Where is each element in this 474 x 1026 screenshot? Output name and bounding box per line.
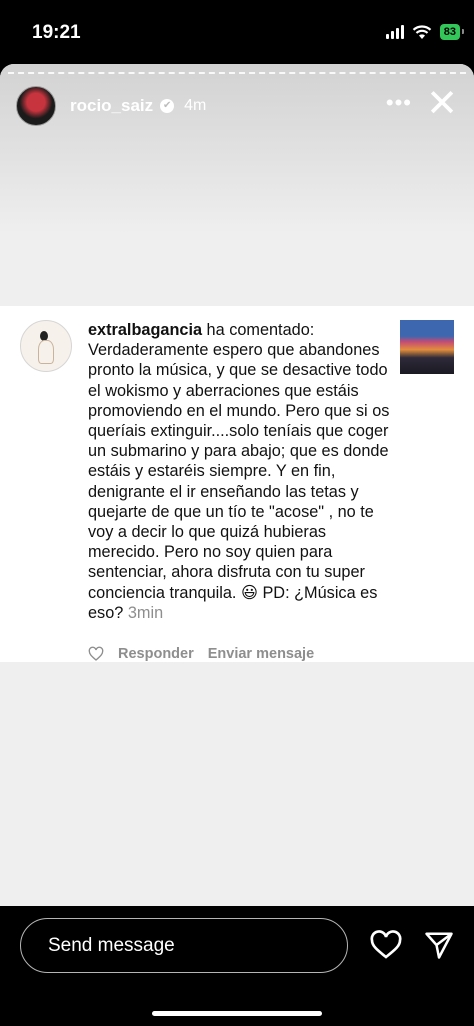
heart-icon[interactable] xyxy=(88,646,104,662)
send-message-button[interactable]: Enviar mensaje xyxy=(208,646,314,662)
cellular-signal-icon xyxy=(385,25,404,39)
story-progress-bar xyxy=(8,72,466,75)
wifi-icon xyxy=(412,24,431,39)
comment-card: extralbagancia ha comentado: Verdaderame… xyxy=(0,306,474,662)
status-icons: 83 xyxy=(385,24,465,40)
status-time: 19:21 xyxy=(32,22,81,43)
comment-action: ha comentado: xyxy=(202,321,315,339)
bottom-bar: Send message xyxy=(0,906,474,1026)
heart-icon[interactable] xyxy=(370,930,402,960)
comment-actions: Responder Enviar mensaje xyxy=(88,646,314,662)
reply-button[interactable]: Responder xyxy=(118,646,194,662)
more-options-button[interactable]: ••• xyxy=(386,90,412,116)
comment-text: extralbagancia ha comentado: Verdaderame… xyxy=(88,320,390,623)
story-username[interactable]: rocio_saiz xyxy=(70,96,153,116)
avatar[interactable] xyxy=(16,86,56,126)
story-header: rocio_saiz ✔ 4m ••• ✕ xyxy=(16,84,458,126)
paper-plane-icon[interactable] xyxy=(424,930,454,960)
battery-indicator: 83 xyxy=(439,24,465,40)
commenter-avatar[interactable] xyxy=(20,320,72,372)
comment-body: Verdaderamente espero que abandones pron… xyxy=(88,341,390,622)
commenter-username[interactable]: extralbagancia xyxy=(88,321,202,339)
verified-badge-icon: ✔ xyxy=(160,99,175,113)
story-viewer[interactable]: rocio_saiz ✔ 4m ••• ✕ extralbagancia ha … xyxy=(0,64,474,906)
post-thumbnail[interactable] xyxy=(400,320,454,374)
status-bar: 19:21 83 xyxy=(0,0,474,64)
story-time-ago: 4m xyxy=(184,97,207,114)
close-button[interactable]: ✕ xyxy=(426,84,458,124)
home-indicator xyxy=(152,1011,322,1016)
comment-time-ago: 3min xyxy=(127,603,164,622)
send-message-input[interactable]: Send message xyxy=(20,918,348,973)
